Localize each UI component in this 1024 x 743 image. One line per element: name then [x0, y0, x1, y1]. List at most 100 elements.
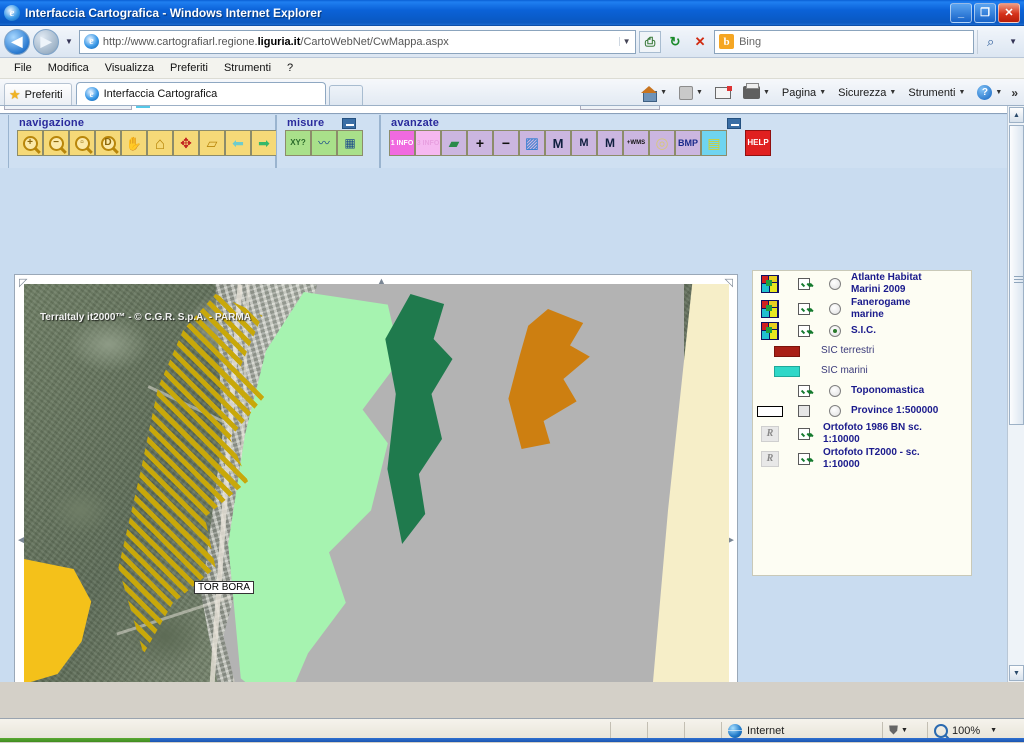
print-tool[interactable]: ◎ — [649, 130, 675, 156]
scroll-up-arrow[interactable]: ▲ — [1009, 107, 1024, 123]
menu-item-help[interactable]: ? — [279, 60, 301, 76]
home-extent-tool[interactable]: ⌂ — [147, 130, 173, 156]
legend-row-sic[interactable]: S.I.C. — [753, 321, 971, 341]
menu-item-strumenti[interactable]: Strumenti — [216, 60, 279, 76]
select-polygon-tool[interactable]: ▰ — [441, 130, 467, 156]
legend-checkbox-ortofoto-1986[interactable] — [787, 428, 821, 440]
legend-tool[interactable]: ▨ — [519, 130, 545, 156]
legend-radio-sic[interactable] — [821, 325, 849, 337]
map-container[interactable]: ◸ ◹ ◺ ◿ ▲ ▼ ◀ ▶ — [14, 274, 738, 682]
map-canvas[interactable]: TerraItaly it2000™ - © C.G.R. S.p.A. - P… — [24, 284, 729, 682]
measure-area-tool[interactable]: ▦ — [337, 130, 363, 156]
add-wms-tool[interactable]: +WMS — [623, 130, 649, 156]
zoom-previous-extent-tool[interactable]: ▱ — [199, 130, 225, 156]
legend-row-toponomastica[interactable]: Toponomastica — [753, 381, 971, 401]
maximize-button[interactable]: ❐ — [974, 3, 996, 23]
legend-checkbox-sic[interactable] — [787, 325, 821, 337]
legend-radio-fanerogame[interactable] — [821, 303, 849, 315]
scrollbar-thumb[interactable] — [1009, 125, 1024, 425]
help-button[interactable]: HELP — [745, 130, 771, 156]
chevron-down-icon[interactable]: ▼ — [696, 89, 703, 96]
search-tool[interactable]: M — [545, 130, 571, 156]
recent-pages-dropdown[interactable]: ▼ — [62, 37, 76, 46]
legend-checkbox-ortofoto-it2000[interactable] — [787, 453, 821, 465]
scroll-down-arrow[interactable]: ▼ — [1009, 665, 1024, 681]
legend-checkbox-fanerogame[interactable] — [787, 303, 821, 315]
binoculars-small-icon: M — [579, 138, 588, 149]
star-icon: ★ — [9, 87, 21, 103]
chevron-down-icon[interactable]: ▼ — [763, 89, 770, 96]
menu-item-modifica[interactable]: Modifica — [40, 60, 97, 76]
home-button[interactable]: ▼ — [636, 84, 672, 102]
info-one-tool[interactable]: 1 INFO — [389, 130, 415, 156]
forward-button[interactable]: ▶ — [33, 29, 59, 55]
refresh-icon[interactable]: ↻ — [664, 31, 686, 53]
search-box[interactable]: b Bing — [714, 30, 974, 54]
info-multi-tool[interactable]: 3 INFO — [415, 130, 441, 156]
menu-item-preferiti[interactable]: Preferiti — [162, 60, 216, 76]
home-icon — [641, 86, 657, 100]
legend-row-fanerogame-marine[interactable]: Fanerogame marine — [753, 296, 971, 321]
tools-menu[interactable]: Strumenti▼ — [903, 85, 970, 101]
globe-icon — [728, 724, 742, 738]
mail-button[interactable] — [710, 85, 736, 101]
address-bar: ◀ ▶ ▼ e http://www.cartografiarl.regione… — [0, 26, 1024, 58]
legend-radio-toponomastica[interactable] — [821, 385, 849, 397]
chevron-down-icon[interactable]: ▼ — [660, 89, 667, 96]
minimize-button[interactable]: _ — [950, 3, 972, 23]
legend-row-ortofoto-it2000[interactable]: R Ortofoto IT2000 - sc. 1:10000 — [753, 446, 971, 471]
legend-checkbox-toponomastica[interactable] — [787, 385, 821, 397]
search-advanced-tool[interactable]: M — [597, 130, 623, 156]
search-small-tool[interactable]: M — [571, 130, 597, 156]
chevron-down-icon[interactable]: ▼ — [990, 727, 997, 734]
print-button[interactable]: ▼ — [738, 84, 775, 101]
zoom-dynamic-tool[interactable]: D — [95, 130, 121, 156]
legend-row-province[interactable]: Province 1:500000 — [753, 401, 971, 421]
legend-radio-atlante[interactable] — [821, 278, 849, 290]
legend-checkbox-province[interactable] — [787, 405, 821, 417]
home-icon: ⌂ — [155, 135, 165, 152]
url-bar[interactable]: e http://www.cartografiarl.regione.ligur… — [79, 30, 636, 54]
favorites-button[interactable]: ★ Preferiti — [4, 83, 72, 105]
search-input[interactable]: Bing — [739, 36, 761, 48]
help-menu[interactable]: ?▼ — [972, 83, 1007, 102]
export-bmp-tool[interactable]: BMP — [675, 130, 701, 156]
legend-row-atlante-habitat-marini[interactable]: Atlante Habitat Marini 2009 — [753, 271, 971, 296]
zoom-in-tool[interactable]: + — [17, 130, 43, 156]
window-title: Interfaccia Cartografica - Windows Inter… — [25, 6, 322, 20]
legend-row-ortofoto-1986[interactable]: R Ortofoto 1986 BN sc. 1:10000 — [753, 421, 971, 446]
remove-point-tool[interactable]: − — [493, 130, 519, 156]
coordinates-tool[interactable]: XY? — [285, 130, 311, 156]
tab-interfaccia-cartografica[interactable]: e Interfaccia Cartografica — [76, 82, 326, 105]
collapse-misure-button[interactable] — [342, 118, 356, 129]
overflow-icon[interactable]: » — [1009, 86, 1020, 100]
menu-item-file[interactable]: File — [6, 60, 40, 76]
url-dropdown-icon[interactable]: ▼ — [619, 37, 633, 46]
chevron-down-icon[interactable]: ▼ — [901, 727, 908, 734]
legend-radio-province[interactable] — [821, 405, 849, 417]
collapse-avanzate-button[interactable] — [727, 118, 741, 129]
pan-tool[interactable]: ✋ — [121, 130, 147, 156]
close-button[interactable]: ✕ — [998, 3, 1020, 23]
page-scrollbar-vertical[interactable]: ▲ ▼ — [1007, 106, 1024, 682]
security-menu[interactable]: Sicurezza▼ — [833, 85, 901, 101]
search-provider-dropdown[interactable]: ▼ — [1006, 37, 1020, 46]
add-point-tool[interactable]: + — [467, 130, 493, 156]
menu-item-visualizza[interactable]: Visualizza — [97, 60, 162, 76]
stop-icon[interactable]: ✕ — [689, 31, 711, 53]
back-extent-tool[interactable]: ⬅ — [225, 130, 251, 156]
compatibility-view-icon[interactable]: ⎙ — [639, 31, 661, 53]
measure-distance-tool[interactable]: 〰 — [311, 130, 337, 156]
page-menu[interactable]: Pagina▼ — [777, 85, 831, 101]
pan-directions-tool[interactable]: ✥ — [173, 130, 199, 156]
feeds-button[interactable]: ▼ — [674, 84, 708, 102]
legend-checkbox-atlante[interactable] — [787, 278, 821, 290]
notes-tool[interactable]: ▤ — [701, 130, 727, 156]
zoom-window-tool[interactable]: ▫ — [69, 130, 95, 156]
search-go-icon[interactable]: ⌕ — [977, 30, 1003, 54]
start-button[interactable] — [0, 738, 150, 742]
forward-extent-tool[interactable]: ➡ — [251, 130, 277, 156]
zoom-out-tool[interactable]: − — [43, 130, 69, 156]
back-button[interactable]: ◀ — [4, 29, 30, 55]
new-tab-button[interactable] — [329, 85, 363, 105]
